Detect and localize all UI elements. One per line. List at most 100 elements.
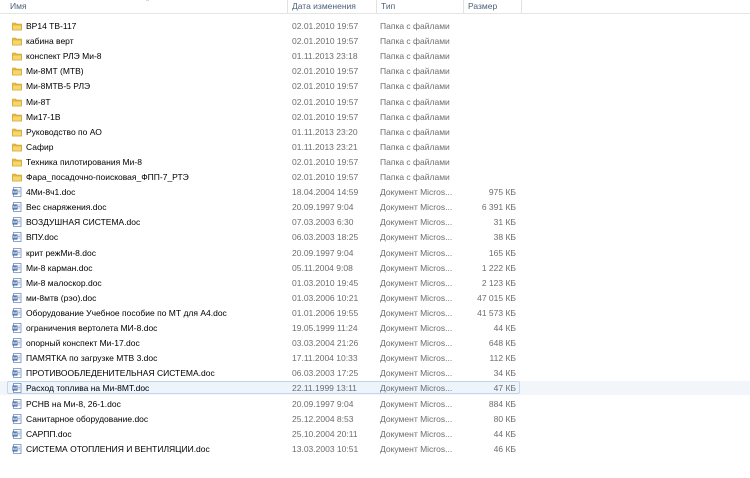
- folder-row[interactable]: конспект РЛЭ Ми-8 01.11.2013 23:18 Папка с…: [0, 49, 750, 63]
- file-size: 47 КБ: [493, 383, 516, 394]
- folder-row[interactable]: Ми17-1В 02.01.2010 19:57 Папка с файлами: [0, 110, 750, 124]
- file-name: опорный конспект Ми-17.doc: [26, 338, 140, 349]
- word-document-icon: W: [12, 262, 22, 273]
- word-document-icon: W: [12, 277, 22, 288]
- file-row[interactable]: Wкрит режМи-8.doc 20.09.1997 9:04 Документ…: [0, 246, 750, 260]
- column-divider[interactable]: [521, 0, 522, 13]
- file-row[interactable]: W Расход топлива на Ми-8МТ.doc 22.11.1999 …: [0, 381, 750, 396]
- folder-row[interactable]: Ми-8МТ (МТВ) 02.01.2010 19:57 Папка с файл…: [0, 64, 750, 78]
- file-type: Документ Micros...: [380, 338, 453, 349]
- column-header-size[interactable]: Размер: [464, 0, 521, 13]
- file-type: Папка с файлами: [380, 141, 450, 152]
- folder-row[interactable]: Ми-8Т 02.01.2010 19:57 Папка с файлами: [0, 95, 750, 109]
- file-name: Фара_посадочно-поисковая_ФПП-7_РТЭ: [26, 172, 189, 182]
- folder-icon: [12, 36, 22, 46]
- file-size: 2 123 КБ: [481, 277, 516, 288]
- file-type: Папка с файлами: [380, 172, 450, 182]
- column-header-name[interactable]: Имя: [6, 0, 288, 13]
- file-row[interactable]: W Санитарное оборудование.doc 25.12.2004 8…: [0, 412, 750, 426]
- file-type: Документ Micros...: [380, 323, 453, 333]
- column-header-name-label: Имя: [10, 1, 27, 11]
- folder-row[interactable]: Сафир 01.11.2013 23:21 Папка с файлами: [0, 140, 750, 154]
- folder-row[interactable]: Фара_посадочно-поисковая_ФПП-7_РТЭ 02.01.…: [0, 170, 750, 184]
- file-row[interactable]: Wограничения вертолета МИ-8.doc 19.05.199…: [0, 321, 750, 335]
- file-name: ВПУ.doc: [26, 232, 59, 243]
- file-name: ВОЗДУШНАЯ СИСТЕМА.doc: [26, 217, 141, 228]
- file-size: 31 КБ: [493, 217, 516, 228]
- folder-row[interactable]: Руководство по АО 01.11.2013 23:20 Папка с…: [0, 125, 750, 139]
- file-date: 01.11.2013 23:18: [292, 51, 358, 62]
- file-row[interactable]: W Оборудование Учебное пособие по МТ для …: [0, 306, 750, 320]
- file-name: САРПП.doc: [26, 428, 72, 439]
- file-size: 38 КБ: [493, 232, 516, 243]
- file-date: 02.01.2010 19:57: [292, 36, 359, 47]
- file-size: [462, 125, 516, 139]
- file-type: Папка с файлами: [380, 36, 450, 47]
- file-name: ПАМЯТКА по загрузке МТВ 3.doc: [26, 353, 158, 364]
- file-date: 01.11.2013 23:20: [292, 126, 358, 137]
- folder-icon: [12, 127, 22, 137]
- file-date: 02.01.2010 19:57: [292, 21, 359, 31]
- word-document-icon: W: [12, 368, 22, 379]
- file-type: Папка с файлами: [380, 81, 450, 92]
- file-type: Папка с файлами: [380, 111, 450, 122]
- file-size: [462, 110, 516, 124]
- folder-icon: [12, 157, 22, 167]
- file-row[interactable]: W Вес снаряжения.doc 20.09.1997 9:04 Докуме…: [0, 200, 750, 214]
- file-date: 01.03.2010 19:45: [292, 277, 359, 288]
- file-date: 02.01.2010 19:57: [292, 81, 359, 92]
- file-name: Вес снаряжения.doc: [26, 202, 107, 213]
- file-row[interactable]: W САРПП.doc 25.10.2004 20:11 Документ Micro…: [0, 427, 750, 441]
- word-document-icon: W: [12, 413, 22, 424]
- file-row[interactable]: W ВПУ.doc 06.03.2003 18:25 Документ Micros.…: [0, 230, 750, 244]
- file-row[interactable]: W ПРОТИВООБЛЕДЕНИТЕЛЬНАЯ СИСТЕМА.doc 06.03…: [0, 366, 750, 380]
- file-name: кабина верт: [26, 36, 74, 47]
- file-date: 01.03.2006 10:21: [292, 292, 359, 303]
- file-row[interactable]: W ПАМЯТКА по загрузке МТВ 3.doc 17.11.2004…: [0, 351, 750, 365]
- folder-icon: [12, 112, 22, 122]
- file-name: Оборудование Учебное пособие по МТ для А…: [26, 307, 227, 318]
- file-row[interactable]: Wми-8мтв (рэо).doc 01.03.2006 10:21 Докуме…: [0, 291, 750, 305]
- file-size: 44 КБ: [493, 323, 516, 333]
- file-name: РСНВ на Ми-8, 26-1.doc: [26, 398, 121, 409]
- folder-row[interactable]: Ми-8МТВ-5 РЛЭ 02.01.2010 19:57 Папка с фай…: [0, 79, 750, 93]
- word-document-icon: W: [12, 292, 22, 303]
- file-name: ВР14 ТВ-117: [26, 21, 77, 31]
- folder-icon: [12, 21, 22, 31]
- file-row[interactable]: W РСНВ на Ми-8, 26-1.doc 20.09.1997 9:04 До…: [0, 397, 750, 411]
- file-size: 975 КБ: [488, 187, 516, 198]
- file-date: 03.03.2004 21:26: [292, 338, 359, 349]
- folder-icon: [12, 66, 22, 76]
- column-header-date[interactable]: Дата изменения: [288, 0, 376, 13]
- folder-row[interactable]: ВР14 ТВ-117 02.01.2010 19:57 Папка с файла…: [0, 19, 750, 33]
- file-row[interactable]: W СИСТЕМА ОТОПЛЕНИЯ И ВЕНТИЛЯЦИИ.doc 13.03…: [0, 442, 750, 456]
- file-type: Папка с файлами: [380, 21, 450, 31]
- file-row[interactable]: W 4Ми-8ч1.doc 18.04.2004 14:59 Документ Mic…: [0, 185, 750, 199]
- word-document-icon: W: [12, 202, 22, 213]
- file-row[interactable]: W Ми-8 карман.doc 05.11.2004 9:08 Документ …: [0, 261, 750, 275]
- file-type: Документ Micros...: [380, 307, 453, 318]
- file-size: [462, 95, 516, 109]
- file-type: Документ Micros...: [380, 217, 453, 228]
- file-name: Сафир: [26, 141, 54, 152]
- file-size: 34 КБ: [493, 368, 516, 379]
- file-size: [462, 79, 516, 93]
- file-type: Документ Micros...: [380, 277, 453, 288]
- file-date: 20.09.1997 9:04: [292, 398, 354, 409]
- file-type: Документ Micros...: [380, 428, 453, 439]
- file-size: 112 КБ: [489, 353, 516, 364]
- file-date: 02.01.2010 19:57: [292, 96, 359, 107]
- file-row[interactable]: W ВОЗДУШНАЯ СИСТЕМА.doc 07.03.2003 6:30 Док…: [0, 215, 750, 229]
- file-size: [462, 155, 516, 169]
- file-size: 1 222 КБ: [481, 262, 516, 273]
- column-header-type[interactable]: Тип: [377, 0, 463, 13]
- folder-row[interactable]: Техника пилотирования Ми-8 02.01.2010 19:…: [0, 155, 750, 169]
- file-row[interactable]: Wопорный конспект Ми-17.doc 03.03.2004 21…: [0, 336, 750, 350]
- word-document-icon: W: [12, 443, 22, 454]
- file-row[interactable]: W Ми-8 малоскор.doc 01.03.2010 19:45 Докуме…: [0, 276, 750, 290]
- file-date: 22.11.1999 13:11: [292, 383, 357, 394]
- file-date: 06.03.2003 17:25: [292, 368, 359, 379]
- file-name: Расход топлива на Ми-8МТ.doc: [26, 383, 150, 394]
- file-date: 07.03.2003 6:30: [292, 217, 354, 228]
- folder-row[interactable]: кабина верт 02.01.2010 19:57 Папка с файла…: [0, 34, 750, 48]
